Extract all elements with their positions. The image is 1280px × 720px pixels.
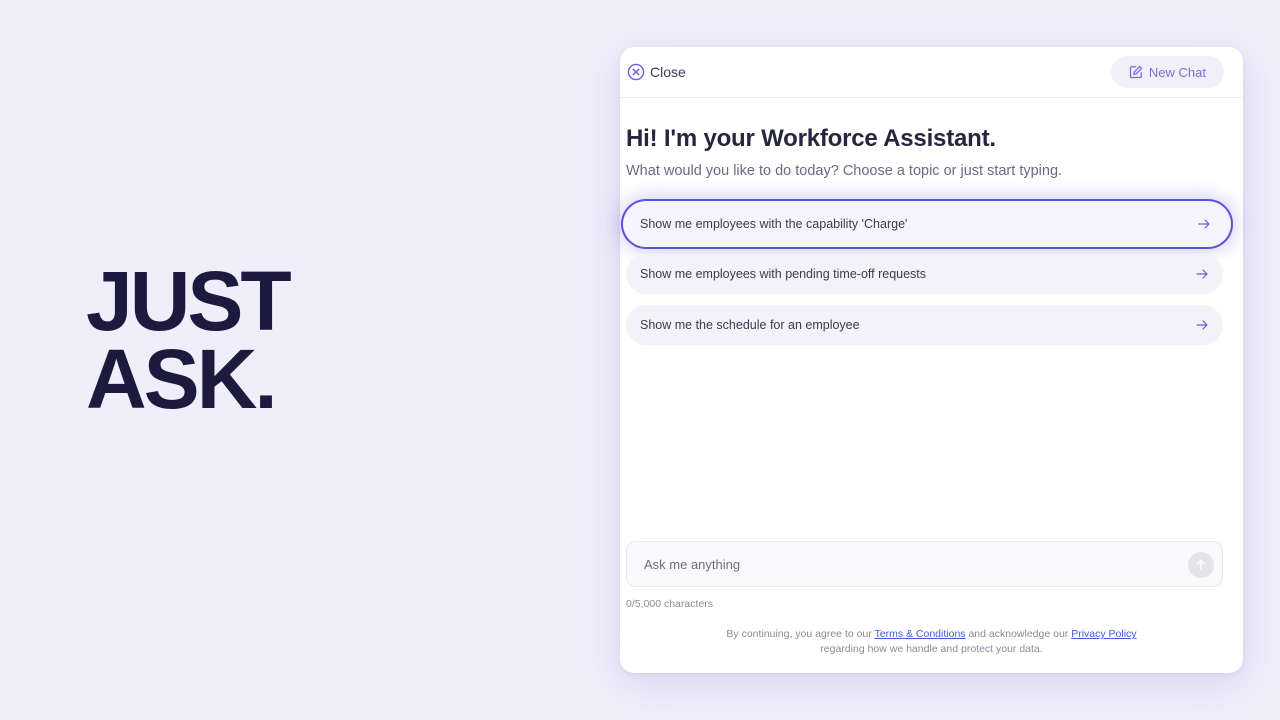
send-button[interactable] [1188, 552, 1214, 578]
disclaimer-prefix: By continuing, you agree to our [726, 628, 875, 640]
chat-panel: Close New Chat Hi! I'm your Workforce As… [620, 47, 1243, 673]
suggestion-label: Show me the schedule for an employee [640, 318, 860, 332]
close-label: Close [650, 64, 686, 80]
chat-header: Close New Chat [620, 47, 1243, 98]
new-chat-label: New Chat [1148, 64, 1206, 80]
greeting-title: Hi! I'm your Workforce Assistant. [626, 125, 996, 152]
suggestion-item[interactable]: Show me the schedule for an employee [626, 305, 1223, 345]
page: JUST ASK. Close New Chat Hi! I'm your Wo… [0, 0, 1280, 720]
close-circle-icon [627, 63, 645, 81]
legal-disclaimer: By continuing, you agree to our Terms & … [620, 627, 1243, 656]
edit-icon [1129, 65, 1143, 79]
arrow-up-icon [1195, 559, 1207, 571]
hero-heading: JUST ASK. [86, 254, 292, 426]
suggestion-label: Show me employees with the capability 'C… [640, 217, 908, 231]
greeting-subtitle: What would you like to do today? Choose … [626, 163, 1063, 179]
suggestion-item[interactable]: Show me employees with the capability 'C… [623, 201, 1231, 247]
hero-line-2: ASK. [86, 332, 278, 426]
hero-line-1: JUST [86, 254, 292, 348]
character-count: 0/5,000 characters [626, 598, 713, 610]
close-button[interactable]: Close [627, 63, 686, 81]
disclaimer-middle: and acknowledge our [965, 628, 1072, 640]
new-chat-button[interactable]: New Chat [1110, 56, 1224, 88]
privacy-link[interactable]: Privacy Policy [1071, 628, 1136, 640]
suggestion-list: Show me employees with the capability 'C… [623, 201, 1231, 356]
chat-input[interactable] [627, 542, 1222, 586]
terms-link[interactable]: Terms & Conditions [875, 628, 966, 640]
arrow-right-icon [1195, 318, 1209, 332]
disclaimer-line-1: By continuing, you agree to our Terms & … [620, 627, 1243, 642]
disclaimer-line-2: regarding how we handle and protect your… [820, 642, 1043, 655]
suggestion-item[interactable]: Show me employees with pending time-off … [626, 254, 1223, 294]
suggestion-label: Show me employees with pending time-off … [640, 267, 927, 281]
chat-input-container [626, 541, 1223, 587]
arrow-right-icon [1195, 267, 1209, 281]
arrow-right-icon [1197, 217, 1211, 231]
